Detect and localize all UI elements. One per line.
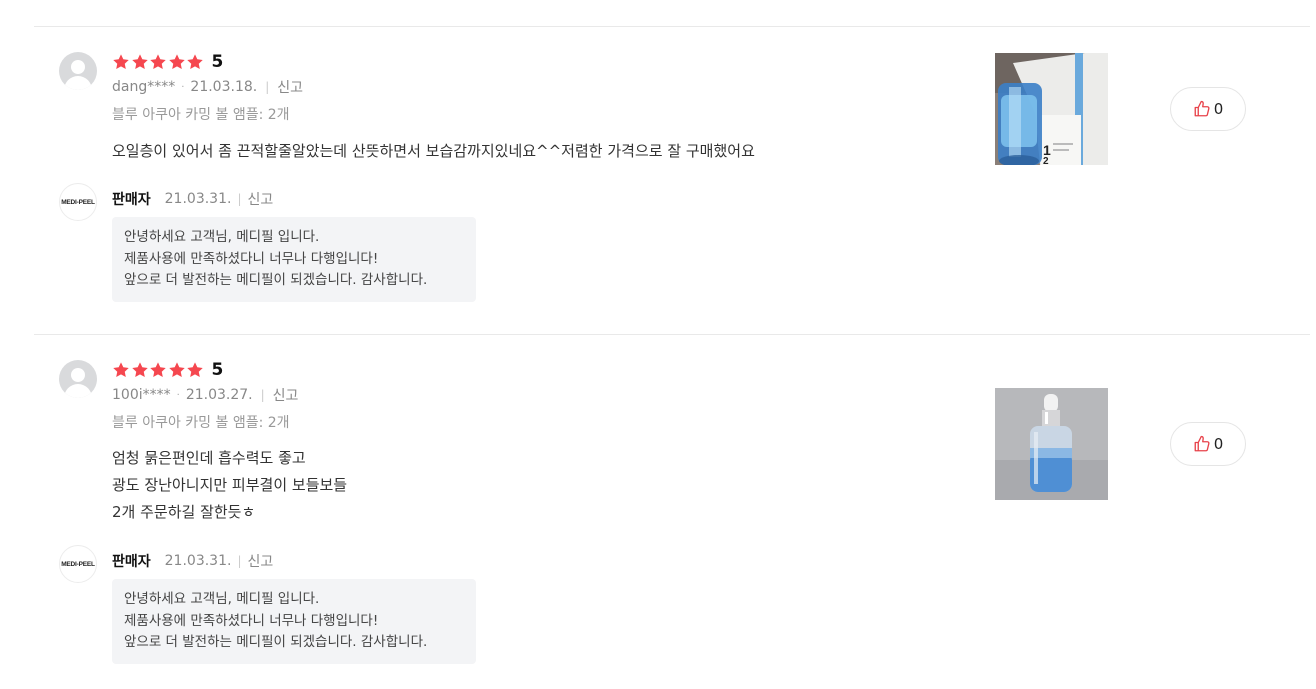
star-icon	[186, 361, 205, 379]
seller-reply-date: 21.03.31.	[164, 553, 232, 569]
review-date: 21.03.18.	[190, 79, 258, 95]
seller-logo: MEDI-PEEL	[59, 545, 97, 583]
rating-score: 5	[211, 52, 224, 72]
star-icon	[149, 53, 168, 71]
reviewer-id: 100i****	[112, 387, 171, 403]
like-button[interactable]: 0	[1170, 422, 1246, 466]
separator-bar: |	[237, 192, 242, 206]
thumbs-up-icon	[1193, 100, 1211, 118]
reply-line: 앞으로 더 발전하는 메디필이 되겠습니다. 감사합니다.	[124, 272, 428, 288]
review-text-line: 2개 주문하길 잘한듯ㅎ	[112, 503, 256, 521]
report-link[interactable]: 신고	[247, 551, 273, 571]
report-link[interactable]: 신고	[273, 385, 299, 405]
divider	[34, 334, 1310, 335]
star-icon	[131, 361, 150, 379]
seller-name: 판매자	[112, 192, 151, 208]
star-icon	[112, 361, 131, 379]
review-list: 5 dang**** · 21.03.18. | 신고 블루 아쿠아 카밍 볼 …	[0, 0, 1316, 689]
review-meta: 100i**** · 21.03.27. | 신고	[112, 385, 298, 405]
star-icon	[186, 53, 205, 71]
review-date: 21.03.27.	[185, 387, 253, 403]
product-box-photo: 1 2	[995, 53, 1108, 165]
star-rating: 5	[112, 52, 223, 72]
thumbs-up-icon	[1193, 435, 1211, 453]
separator-bar: |	[237, 554, 242, 568]
reviewer-id: dang****	[112, 79, 176, 95]
seller-reply-date: 21.03.31.	[164, 191, 232, 207]
seller-meta: 판매자 21.03.31. | 신고	[112, 189, 273, 209]
star-icon	[131, 53, 150, 71]
separator-dot: ·	[176, 389, 180, 401]
user-avatar	[59, 52, 97, 90]
star-icon	[149, 361, 168, 379]
reply-line: 안녕하세요 고객님, 메디필 입니다.	[124, 591, 320, 607]
separator-bar: |	[260, 388, 265, 402]
purchase-option: 블루 아쿠아 카밍 볼 앰플: 2개	[112, 107, 290, 123]
review-text-line: 광도 장난아니지만 피부결이 보들보들	[112, 476, 348, 494]
review-meta: dang**** · 21.03.18. | 신고	[112, 77, 303, 97]
user-avatar	[59, 360, 97, 398]
like-button[interactable]: 0	[1170, 87, 1246, 131]
reply-line: 앞으로 더 발전하는 메디필이 되겠습니다. 감사합니다.	[124, 634, 428, 650]
separator-bar: |	[265, 80, 270, 94]
divider	[34, 26, 1310, 27]
like-count: 0	[1213, 100, 1224, 118]
review-photo[interactable]: 1 2	[995, 53, 1108, 165]
review-text-line: 오일층이 있어서 좀 끈적할줄알았는데 산뜻하면서 보습감까지있네요^^저렴한 …	[112, 142, 755, 160]
svg-text:2: 2	[1043, 156, 1049, 165]
rating-score: 5	[211, 360, 224, 380]
star-icon	[168, 53, 187, 71]
review-content: 엄청 묽은편인데 흡수력도 좋고 광도 장난아니지만 피부결이 보들보들 2개 …	[112, 445, 347, 526]
star-icon	[168, 361, 187, 379]
seller-reply: 안녕하세요 고객님, 메디필 입니다. 제품사용에 만족하셨다니 너무나 다행입…	[112, 217, 476, 302]
ampoule-photo	[995, 388, 1108, 500]
reply-line: 안녕하세요 고객님, 메디필 입니다.	[124, 229, 320, 245]
report-link[interactable]: 신고	[277, 77, 303, 97]
review-text-line: 엄청 묽은편인데 흡수력도 좋고	[112, 449, 306, 467]
seller-name: 판매자	[112, 554, 151, 570]
report-link[interactable]: 신고	[247, 189, 273, 209]
star-icon	[112, 53, 131, 71]
star-rating: 5	[112, 360, 223, 380]
like-count: 0	[1213, 435, 1224, 453]
reply-line: 제품사용에 만족하셨다니 너무나 다행입니다!	[124, 250, 379, 267]
purchase-option: 블루 아쿠아 카밍 볼 앰플: 2개	[112, 415, 290, 431]
seller-reply: 안녕하세요 고객님, 메디필 입니다. 제품사용에 만족하셨다니 너무나 다행입…	[112, 579, 476, 664]
review-content: 오일층이 있어서 좀 끈적할줄알았는데 산뜻하면서 보습감까지있네요^^저렴한 …	[112, 138, 755, 165]
review-photo[interactable]	[995, 388, 1108, 500]
separator-dot: ·	[181, 81, 185, 93]
reply-line: 제품사용에 만족하셨다니 너무나 다행입니다!	[124, 612, 379, 629]
seller-logo: MEDI-PEEL	[59, 183, 97, 221]
seller-meta: 판매자 21.03.31. | 신고	[112, 551, 273, 571]
